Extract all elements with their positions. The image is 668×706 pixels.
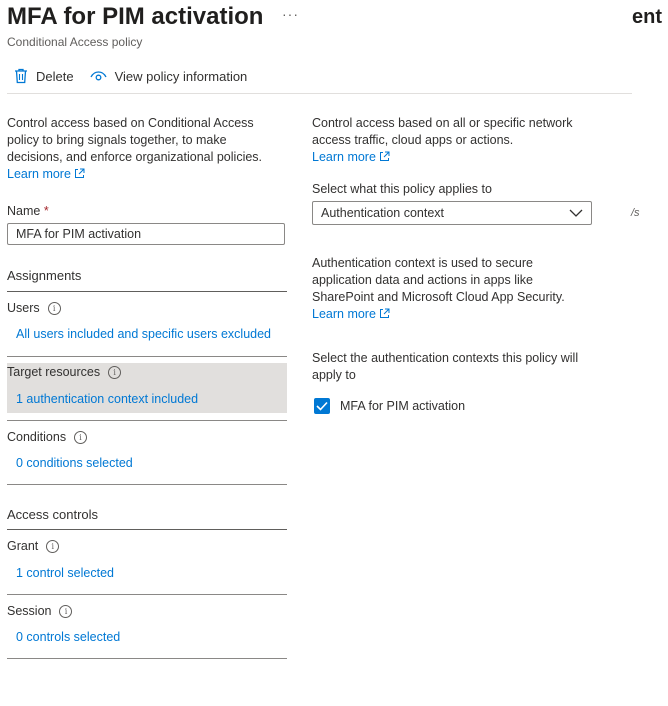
applies-to-dropdown[interactable]: Authentication context <box>312 201 592 225</box>
more-options-button[interactable]: ··· <box>282 6 299 22</box>
target-divider <box>7 420 287 421</box>
access-controls-heading: Access controls <box>7 507 99 522</box>
grant-divider <box>7 594 287 595</box>
delete-button[interactable]: Delete <box>14 68 74 84</box>
chevron-down-icon <box>569 206 583 220</box>
auth-context-description-text: Authentication context is used to secure… <box>312 256 565 304</box>
delete-label: Delete <box>36 68 74 84</box>
trash-icon <box>14 68 28 84</box>
users-link[interactable]: All users included and specific users ex… <box>16 327 271 341</box>
session-label: Session <box>7 604 52 618</box>
auth-context-checkbox-row[interactable]: MFA for PIM activation <box>314 398 465 414</box>
conditions-label-row: Conditions i <box>7 430 88 444</box>
info-icon[interactable]: i <box>108 365 122 379</box>
info-icon[interactable]: i <box>74 430 88 444</box>
conditions-label: Conditions <box>7 430 67 444</box>
session-link[interactable]: 0 controls selected <box>16 630 120 644</box>
background-panel-title-fragment: ent <box>632 6 662 28</box>
name-input[interactable]: MFA for PIM activation <box>7 223 285 245</box>
applies-to-label: Select what this policy applies to <box>312 182 492 196</box>
learn-more-link-left[interactable]: Learn more <box>7 167 85 181</box>
toolbar-divider <box>7 93 632 94</box>
learn-more-link-auth[interactable]: Learn more <box>312 307 390 321</box>
left-intro-text: Control access based on Conditional Acce… <box>7 116 263 164</box>
session-divider <box>7 658 287 659</box>
conditions-divider <box>7 484 287 485</box>
info-icon[interactable]: i <box>59 604 73 618</box>
external-link-icon <box>379 307 390 324</box>
required-asterisk: * <box>43 204 49 218</box>
command-bar: Delete View policy information <box>14 66 247 86</box>
grant-link[interactable]: 1 control selected <box>16 566 114 580</box>
grant-label-row: Grant i <box>7 539 60 553</box>
auth-context-description: Authentication context is used to secure… <box>312 255 588 324</box>
auth-context-checkbox[interactable] <box>314 398 330 414</box>
session-label-row: Session i <box>7 604 73 618</box>
learn-more-label: Learn more <box>312 307 376 321</box>
conditions-link[interactable]: 0 conditions selected <box>16 456 133 470</box>
learn-more-label: Learn more <box>7 167 71 181</box>
external-link-icon <box>379 150 390 167</box>
assignments-heading: Assignments <box>7 268 82 283</box>
learn-more-link-right[interactable]: Learn more <box>312 150 390 164</box>
right-intro-text: Control access based on all or specific … <box>312 116 573 147</box>
auth-context-checkbox-label: MFA for PIM activation <box>340 399 466 413</box>
users-label-row: Users i <box>7 301 61 315</box>
view-policy-information-button[interactable]: View policy information <box>89 68 248 84</box>
info-icon[interactable]: i <box>46 539 60 553</box>
left-intro: Control access based on Conditional Acce… <box>7 115 279 184</box>
learn-more-label: Learn more <box>312 150 376 164</box>
target-resources-label: Target resources <box>7 365 101 379</box>
target-label-row: Target resources i <box>7 365 122 379</box>
eye-icon <box>89 70 107 82</box>
target-resources-link[interactable]: 1 authentication context included <box>16 392 198 406</box>
right-intro: Control access based on all or specific … <box>312 115 592 167</box>
page-subtitle: Conditional Access policy <box>7 35 143 49</box>
select-contexts-label: Select the authentication contexts this … <box>312 351 579 382</box>
info-icon[interactable]: i <box>47 301 61 315</box>
users-divider <box>7 356 287 357</box>
view-policy-label: View policy information <box>114 68 248 84</box>
access-controls-divider <box>7 529 287 530</box>
name-label-row: Name * <box>7 204 49 218</box>
external-link-icon <box>74 167 85 184</box>
grant-label: Grant <box>7 539 39 553</box>
users-label: Users <box>7 301 40 315</box>
dropdown-value: Authentication context <box>321 206 444 220</box>
page-title: MFA for PIM activation <box>7 3 264 30</box>
assignments-divider <box>7 291 287 292</box>
checkmark-icon <box>316 399 328 414</box>
name-label: Name <box>7 204 41 218</box>
background-panel-text-fragment: /s <box>631 207 640 219</box>
